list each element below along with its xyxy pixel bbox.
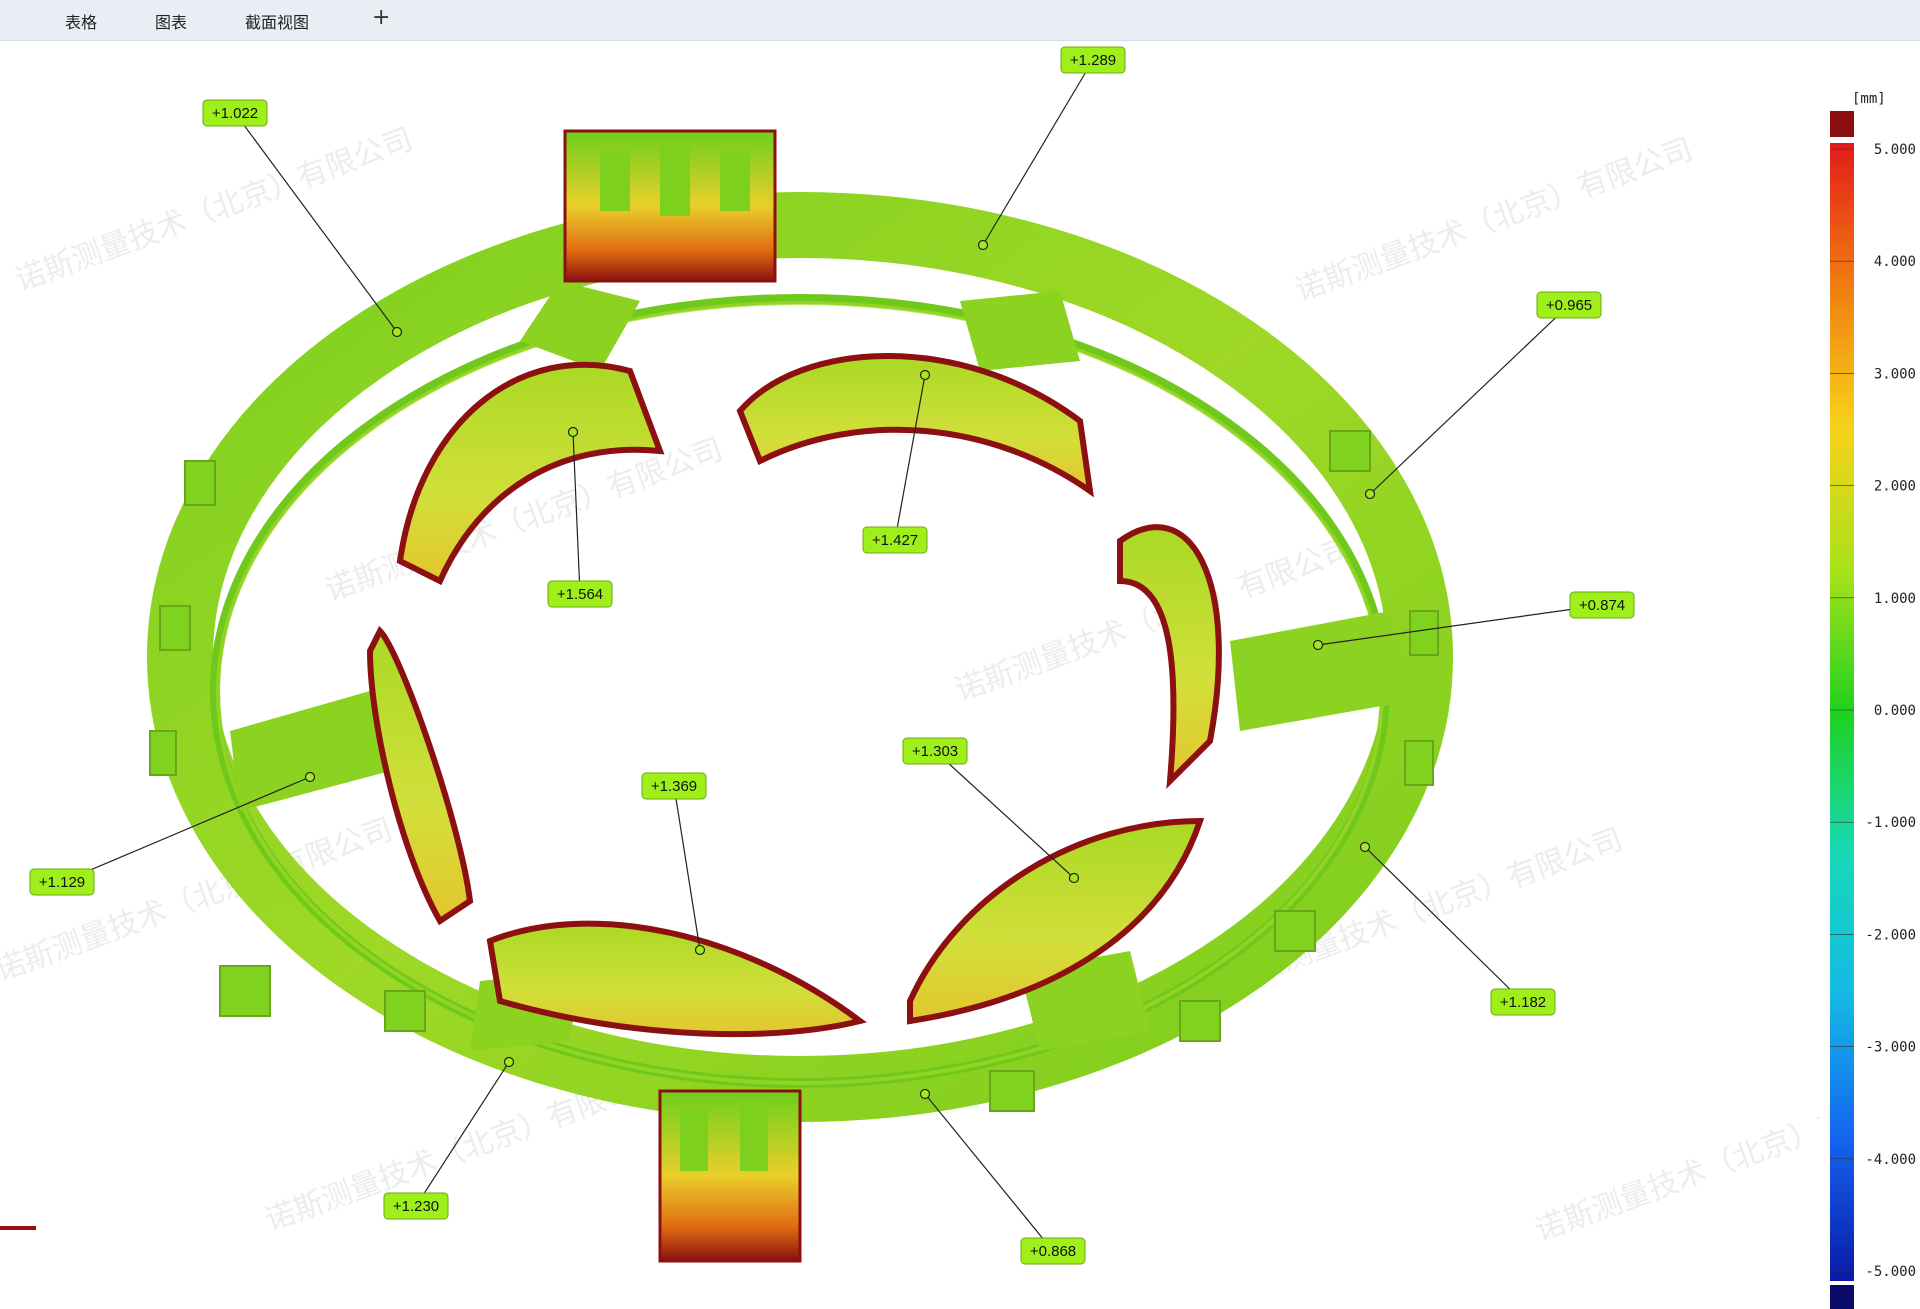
scale-gradient-bar <box>1830 143 1854 1281</box>
callout-deviation-value: +1.230 <box>393 1198 439 1215</box>
callout-anchor-point[interactable] <box>503 1056 515 1068</box>
scale-max-swatch <box>1830 111 1854 137</box>
callout-anchor-point[interactable] <box>567 426 579 438</box>
callout-anchor-point[interactable] <box>977 239 989 251</box>
callout-anchor-point[interactable] <box>1312 639 1324 651</box>
tab-section-view[interactable]: 截面视图 <box>245 9 309 33</box>
callout-leader-line <box>982 59 1094 246</box>
deviation-color-map: 诺斯测量技术（北京）有限公司 诺斯测量技术（北京）有限公司 诺斯测量技术（北京）… <box>0 46 1820 1265</box>
scale-unit: [mm] <box>1852 91 1886 107</box>
scale-tick-label: -5.000 <box>1865 1264 1916 1280</box>
scale-tick-label: 0.000 <box>1874 703 1916 719</box>
add-tab-button[interactable]: + <box>372 5 390 30</box>
callout-deviation-value: +0.874 <box>1579 597 1625 614</box>
watermark-text: 诺斯测量技术（北京）有限公司 <box>11 122 418 299</box>
callout-deviation-value: +0.965 <box>1546 297 1592 314</box>
callout-leader-line <box>1369 304 1570 495</box>
callout-deviation-value: +1.427 <box>872 532 918 549</box>
scale-tick-label: -3.000 <box>1865 1040 1916 1056</box>
callout-deviation-value: +1.369 <box>651 778 697 795</box>
3d-viewport[interactable]: 诺斯测量技术（北京）有限公司 诺斯测量技术（北京）有限公司 诺斯测量技术（北京）… <box>0 41 1920 1309</box>
callout-anchor-point[interactable] <box>694 944 706 956</box>
callout-deviation-value: +1.564 <box>557 586 603 603</box>
watermark-text: 诺斯测量技术（北京）有限公司 <box>1291 132 1698 309</box>
connector-top <box>563 129 777 283</box>
watermark-text: 诺斯测量技术（北京）有限公司 <box>1531 1072 1820 1249</box>
callout-anchor-point[interactable] <box>919 1088 931 1100</box>
scale-tick-label: -4.000 <box>1865 1152 1916 1168</box>
callout-deviation-value: +0.868 <box>1030 1243 1076 1260</box>
callout-anchor-point[interactable] <box>1359 841 1371 853</box>
connector-bottom <box>658 1089 802 1263</box>
callout-deviation-value: +1.289 <box>1070 52 1116 69</box>
scale-tick-label: 4.000 <box>1874 254 1916 270</box>
callout-deviation-value: +1.182 <box>1500 994 1546 1011</box>
callout-deviation-value: +1.022 <box>212 105 258 122</box>
scale-tick-label: -2.000 <box>1865 927 1916 943</box>
callout-deviation-value: +1.129 <box>39 874 85 891</box>
callout-anchor-point[interactable] <box>919 369 931 381</box>
scale-tick-label: 3.000 <box>1874 366 1916 382</box>
callout-leader-line <box>673 785 701 951</box>
pad-top <box>736 353 1094 498</box>
scale-tick-label: -1.000 <box>1865 815 1916 831</box>
callout-leader-line <box>924 1093 1054 1252</box>
scale-min-swatch <box>1830 1285 1854 1309</box>
scale-tick-label: 1.000 <box>1874 591 1916 607</box>
tab-table[interactable]: 表格 <box>65 9 97 33</box>
inner-pads <box>366 353 1222 1038</box>
scale-tick-label: 5.000 <box>1874 142 1916 158</box>
callout-anchor-point[interactable] <box>1068 872 1080 884</box>
tab-chart[interactable]: 图表 <box>155 9 187 33</box>
scale-tick-label: 2.000 <box>1874 479 1916 495</box>
callout-anchor-point[interactable] <box>1364 488 1376 500</box>
callout-anchor-point[interactable] <box>391 326 403 338</box>
callout-anchor-point[interactable] <box>304 771 316 783</box>
tab-bar: 表格 图表 截面视图 + <box>0 0 1920 41</box>
color-scale-legend: [mm] 5.000 4.000 3.000 2.000 1.000 0.000 -1.00… <box>1830 91 1916 1309</box>
scale-marker <box>0 1226 36 1230</box>
pad-right <box>1117 524 1222 789</box>
callout-deviation-value: +1.303 <box>912 743 958 760</box>
callout-leader-line <box>934 750 1075 879</box>
pad-left <box>366 625 474 926</box>
